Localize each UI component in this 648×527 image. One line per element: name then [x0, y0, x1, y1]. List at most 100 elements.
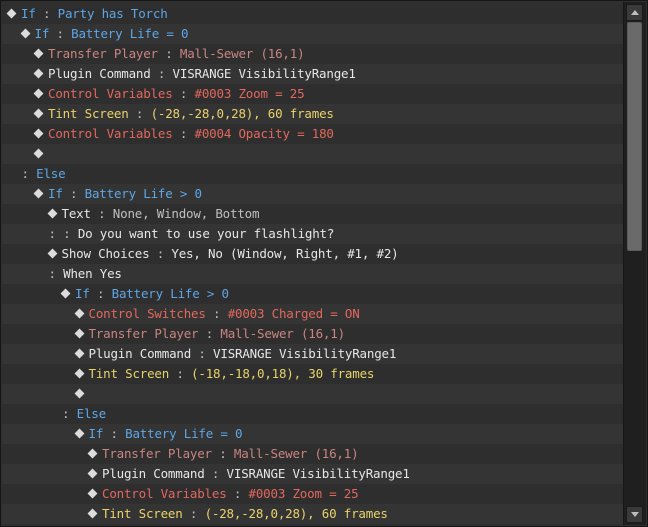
command-row[interactable]: : : Do you want to use your flashlight?	[2, 224, 623, 244]
command-diamond-icon	[33, 108, 44, 119]
command-name: Plugin Command	[102, 466, 205, 481]
command-name: Tint Screen	[48, 106, 129, 121]
command-name: If	[21, 6, 36, 21]
command-text: (-28,-28,0,28), 60 frames	[204, 506, 388, 521]
command-text: :	[211, 446, 234, 461]
vertical-scrollbar[interactable]	[623, 2, 646, 525]
command-name: Control Variables	[102, 486, 227, 501]
command-name: :	[62, 406, 77, 421]
command-row[interactable]: : Else	[2, 404, 623, 424]
command-text: None, Window, Bottom	[112, 206, 260, 221]
command-text: Party has Torch	[57, 6, 168, 21]
command-row[interactable]: Transfer Player : Mall-Sewer (16,1)	[2, 44, 623, 64]
command-text: :	[191, 346, 214, 361]
command-text: :	[150, 66, 173, 81]
command-text: Do you want to use your flashlight?	[77, 226, 335, 241]
command-text: (-18,-18,0,18), 30 frames	[191, 366, 375, 381]
command-diamond-icon	[33, 128, 44, 139]
command-name: Tint Screen	[102, 506, 183, 521]
command-text: :	[205, 306, 228, 321]
command-text: VISRANGE VisibilityRange1	[213, 346, 397, 361]
command-text: Else	[36, 166, 66, 181]
command-name: Transfer Player	[48, 46, 158, 61]
command-text: :	[198, 326, 221, 341]
command-name: Plugin Command	[48, 66, 151, 81]
command-row[interactable]: Tint Screen : (-28,-28,0,28), 60 frames	[2, 104, 623, 124]
command-row[interactable]: : When Yes	[2, 264, 623, 284]
command-text: Battery Life = 0	[71, 26, 189, 41]
command-row[interactable]: Plugin Command : VISRANGE VisibilityRang…	[2, 344, 623, 364]
command-row[interactable]: Control Variables : #0003 Zoom = 25	[2, 484, 623, 504]
scroll-up-button[interactable]	[626, 4, 643, 21]
command-name: Show Choices	[61, 246, 150, 261]
command-name: : :	[48, 226, 78, 241]
command-text: (-28,-28,0,28), 60 frames	[150, 106, 334, 121]
command-row[interactable]: If : Battery Life = 0	[2, 24, 623, 44]
command-row[interactable]: If : Battery Life > 0	[2, 284, 623, 304]
command-diamond-icon	[33, 68, 44, 79]
command-text: When Yes	[63, 266, 122, 281]
command-text: :	[172, 86, 195, 101]
command-row[interactable]: Control Switches : #0003 Charged = ON	[2, 304, 623, 324]
command-diamond-icon	[33, 48, 44, 59]
command-text: Mall-Sewer (16,1)	[220, 326, 345, 341]
command-diamond-icon	[87, 508, 98, 519]
command-row[interactable]: Text : None, Window, Bottom	[2, 204, 623, 224]
command-row[interactable]	[2, 384, 623, 404]
command-diamond-icon	[74, 348, 84, 359]
scroll-down-button[interactable]	[626, 506, 643, 523]
command-diamond-icon	[60, 288, 71, 299]
command-name: Text	[61, 206, 92, 221]
command-text: :	[157, 46, 180, 61]
command-diamond-icon	[20, 28, 30, 39]
command-diamond-icon	[74, 428, 84, 439]
command-row[interactable]	[2, 144, 623, 164]
command-text: VISRANGE VisibilityRange1	[226, 466, 410, 481]
command-row[interactable]: Transfer Player : Mall-Sewer (16,1)	[2, 444, 623, 464]
command-row[interactable]: If : Party has Torch	[2, 4, 623, 24]
command-text: Mall-Sewer (16,1)	[233, 446, 359, 461]
command-diamond-icon	[33, 148, 44, 159]
command-diamond-icon	[74, 308, 84, 319]
command-name: :	[48, 266, 64, 281]
command-row[interactable]: Plugin Command : VISRANGE VisibilityRang…	[2, 64, 623, 84]
command-name: Transfer Player	[102, 446, 212, 461]
command-text: :	[103, 426, 126, 441]
command-text: :	[35, 6, 58, 21]
command-name: If	[88, 426, 104, 441]
command-row[interactable]: Tint Screen : (-18,-18,0,18), 30 frames	[2, 364, 623, 384]
command-name: If	[75, 286, 90, 301]
command-row[interactable]: Show Choices : Yes, No (Window, Right, #…	[2, 244, 623, 264]
command-diamond-icon	[33, 88, 44, 99]
command-diamond-icon	[74, 368, 84, 379]
command-text: #0004 Opacity = 180	[194, 126, 334, 141]
command-row[interactable]: Plugin Command : VISRANGE VisibilityRang…	[2, 464, 623, 484]
command-text: :	[226, 486, 249, 501]
command-row[interactable]: Control Variables : #0003 Zoom = 25	[2, 84, 623, 104]
command-row[interactable]: Control Variables : #0004 Opacity = 180	[2, 124, 623, 144]
command-row[interactable]: If : Battery Life > 0	[2, 184, 623, 204]
command-text: :	[182, 506, 205, 521]
command-diamond-icon	[74, 328, 84, 339]
command-row[interactable]: Transfer Player : Mall-Sewer (16,1)	[2, 324, 623, 344]
command-text: Battery Life > 0	[111, 286, 229, 301]
command-name: Transfer Player	[88, 326, 199, 341]
command-diamond-icon	[33, 188, 44, 199]
command-text: :	[89, 286, 112, 301]
command-name: Tint Screen	[88, 366, 170, 381]
event-command-list[interactable]: If : Party has Torch If : Battery Life = …	[2, 4, 623, 526]
scrollbar-thumb[interactable]	[627, 22, 642, 251]
command-text: :	[128, 106, 151, 121]
command-row[interactable]: : Else	[2, 164, 623, 184]
command-text: :	[90, 206, 113, 221]
command-row[interactable]: Tint Screen : (-28,-28,0,28), 60 frames	[2, 504, 623, 524]
command-name: Control Switches	[88, 306, 206, 321]
command-diamond-icon	[74, 388, 84, 399]
command-row[interactable]: If : Battery Life = 0	[2, 424, 623, 444]
command-diamond-icon	[47, 208, 57, 219]
command-text: :	[172, 126, 195, 141]
command-text: :	[49, 26, 72, 41]
command-text: Mall-Sewer (16,1)	[179, 46, 305, 61]
command-name: Control Variables	[48, 86, 173, 101]
command-text: Battery Life > 0	[84, 186, 202, 201]
